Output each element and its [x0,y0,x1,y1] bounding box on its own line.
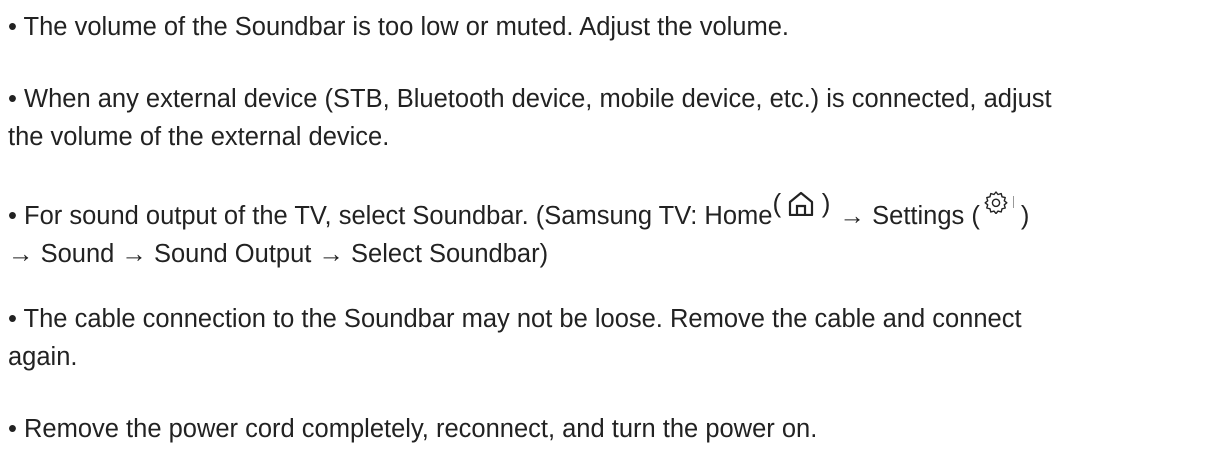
tip-volume-low: • The volume of the Soundbar is too low … [8,8,1218,46]
tip-text: • Remove the power cord completely, reco… [8,415,818,443]
tip-line-1: • The cable connection to the Soundbar m… [8,305,1022,333]
tip-line-2: again. [8,343,78,371]
tip-text: • The volume of the Soundbar is too low … [8,13,789,41]
home-paren-close: ) [821,188,831,218]
home-icon: () [772,190,832,216]
gear-icon [980,190,1014,216]
tip-line-1-suffix: ) [1013,202,1030,230]
tip-cable-connection: • The cable connection to the Soundbar m… [8,300,1218,376]
tip-line-2: the volume of the external device. [8,123,390,151]
tip-line-1: • When any external device (STB, Bluetoo… [8,85,1052,113]
tip-line-2: → Sound → Sound Output → Select Soundbar… [8,240,549,268]
home-paren-open: ( [772,188,782,218]
tip-line-1-prefix: • For sound output of the TV, select Sou… [8,202,773,230]
tip-line-1-mid: → Settings ( [832,202,980,230]
tip-power-cord: • Remove the power cord completely, reco… [8,410,1218,448]
tip-external-device: • When any external device (STB, Bluetoo… [8,80,1218,156]
tip-sound-output: • For sound output of the TV, select Sou… [8,190,1218,273]
